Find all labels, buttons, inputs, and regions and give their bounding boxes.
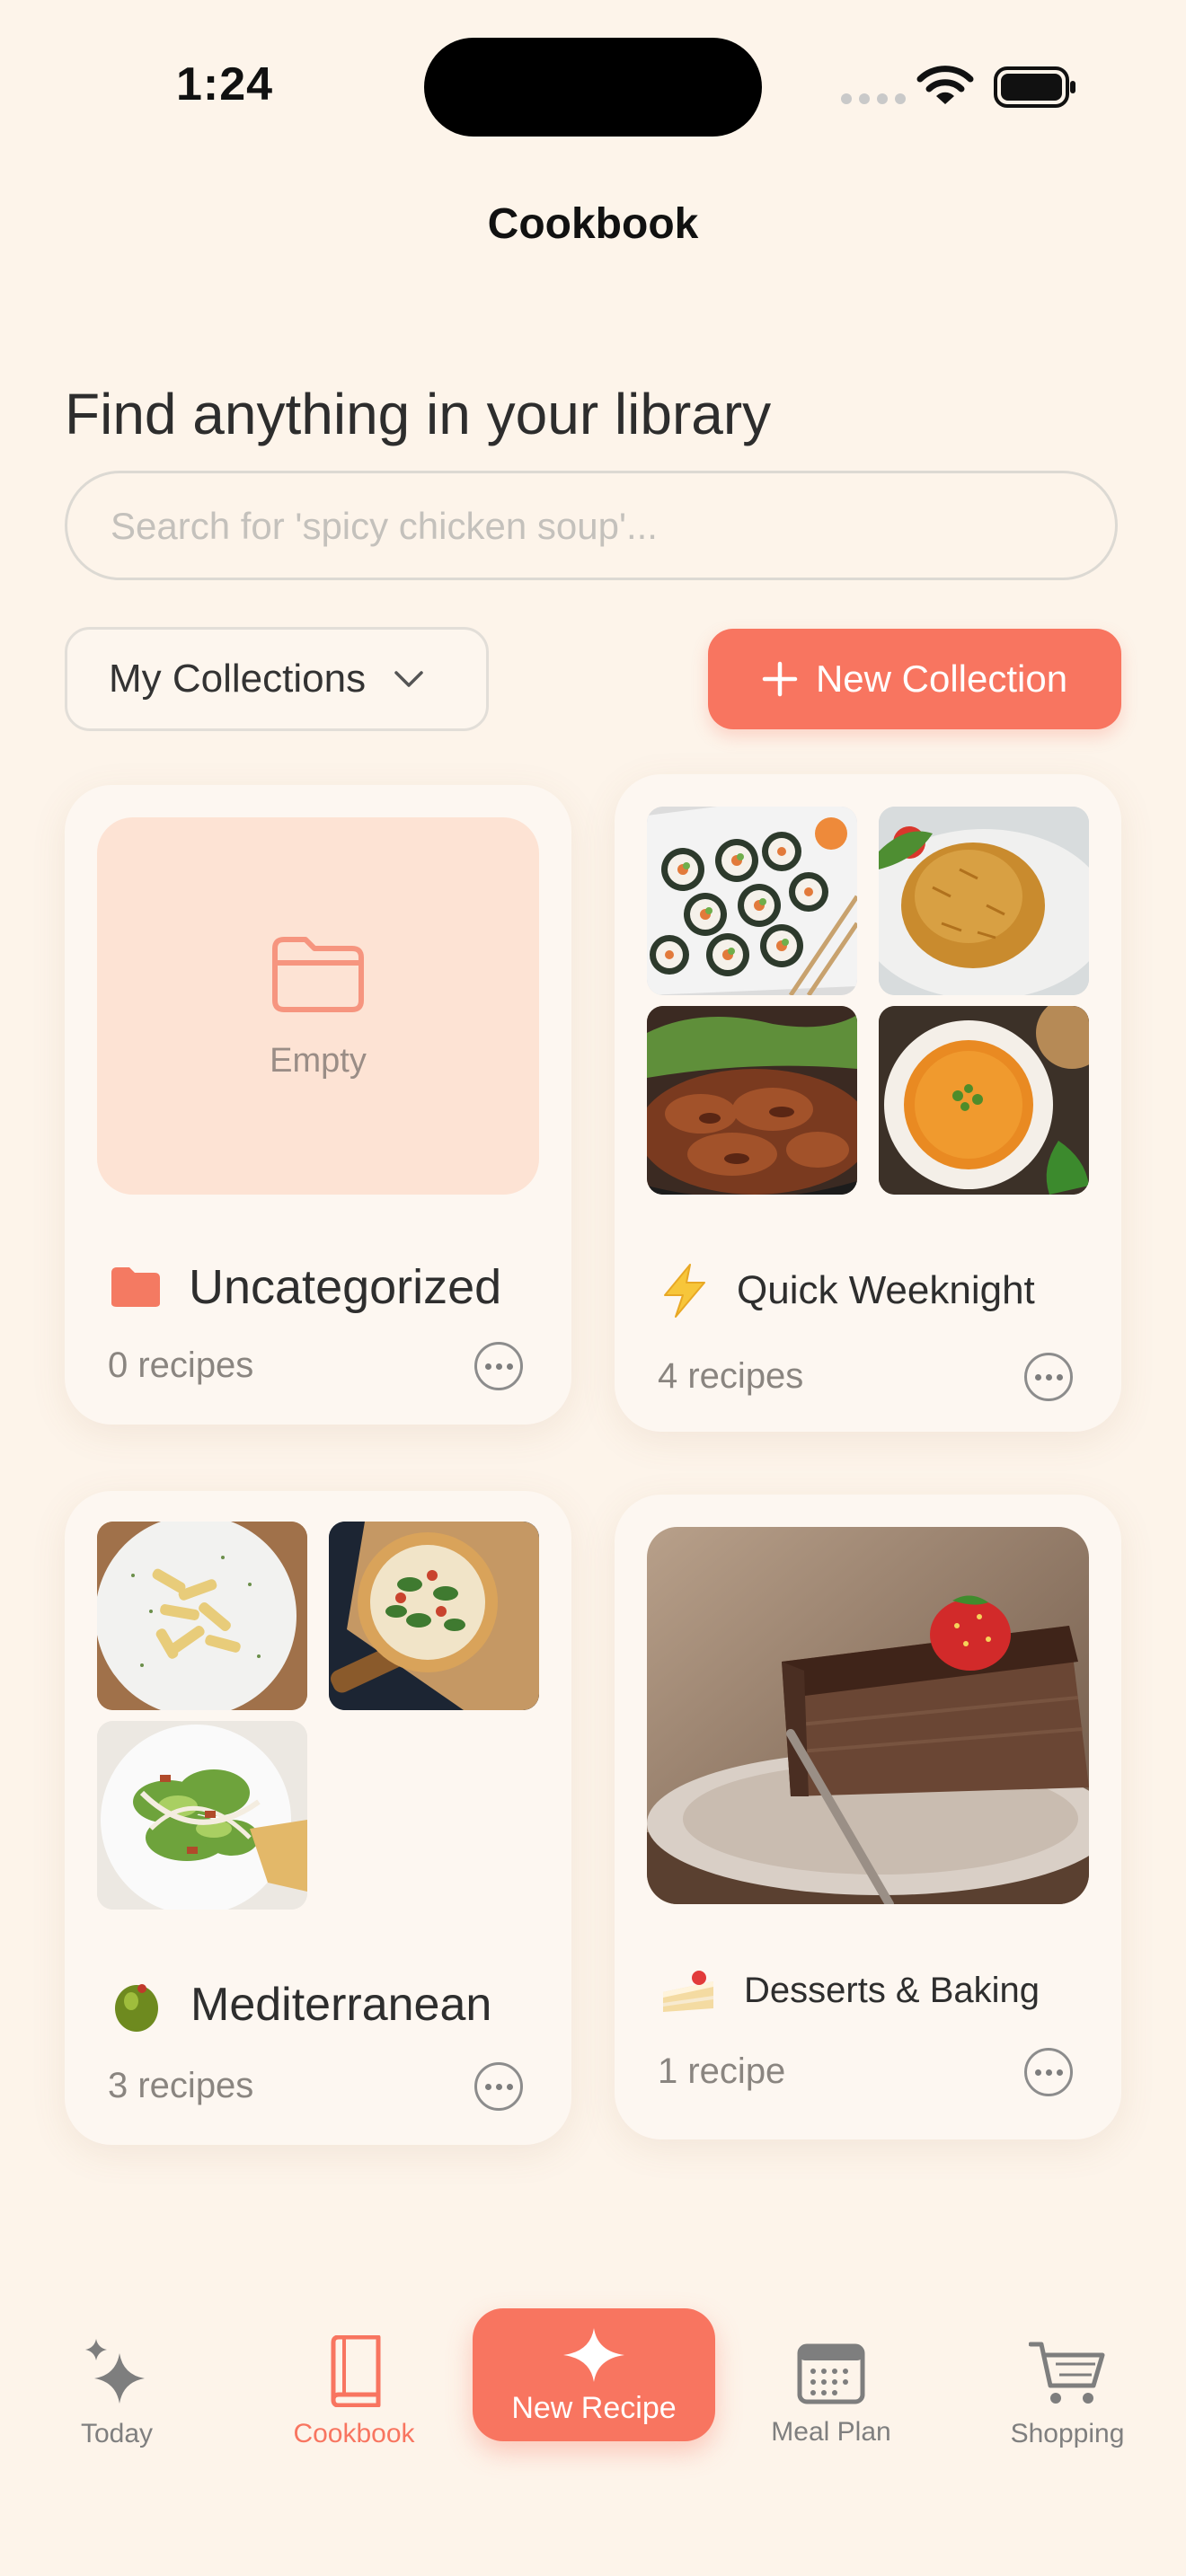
collection-card-quick-weeknight[interactable]: Quick Weeknight 4 recipes (615, 774, 1121, 1432)
collection-name: Uncategorized (189, 1260, 502, 1314)
more-options-button[interactable] (474, 1342, 523, 1390)
recipe-count: 4 recipes (658, 1356, 804, 1396)
dynamic-island (424, 38, 762, 137)
recipe-thumbnail-pasta (97, 1522, 307, 1710)
book-icon (331, 2334, 381, 2408)
collections-dropdown-label: My Collections (109, 657, 367, 701)
recipe-thumbnail-rice (879, 807, 1089, 995)
collection-name: Mediterranean (190, 1979, 492, 2031)
new-recipe-button[interactable]: New Recipe (473, 2308, 715, 2441)
collections-dropdown[interactable]: My Collections (65, 627, 489, 731)
folder-icon (111, 1267, 160, 1307)
empty-label: Empty (270, 1042, 367, 1080)
new-collection-button[interactable]: New Collection (708, 629, 1121, 729)
more-options-button[interactable] (1024, 2048, 1073, 2096)
plus-icon (762, 661, 798, 697)
new-recipe-label: New Recipe (511, 2391, 677, 2425)
recipe-thumbnail-chocolate-cake (647, 1527, 1089, 1904)
tab-meal-plan[interactable]: Meal Plan (755, 2342, 907, 2448)
empty-collection-tile: Empty (97, 817, 539, 1195)
search-field[interactable] (65, 471, 1118, 580)
lightning-icon (664, 1264, 705, 1318)
page-title: Cookbook (487, 200, 699, 248)
calendar-icon (797, 2343, 865, 2404)
sparkles-icon (85, 2339, 145, 2404)
recipe-thumbnail-grilled-chicken (647, 1006, 857, 1195)
wifi-icon (916, 66, 974, 104)
more-options-button[interactable] (1024, 1353, 1073, 1401)
cellular-signal-icon (841, 93, 906, 104)
cake-icon (663, 1971, 713, 2012)
recipe-count: 0 recipes (108, 1345, 254, 1385)
folder-outline-icon (272, 937, 364, 1012)
search-input[interactable] (109, 473, 1065, 579)
olive-icon (115, 1984, 158, 2032)
star-icon (563, 2328, 624, 2382)
collection-name: Quick Weeknight (737, 1268, 1035, 1312)
status-time: 1:24 (176, 58, 274, 110)
recipe-count: 1 recipe (658, 2051, 786, 2091)
collection-card-mediterranean[interactable]: Mediterranean 3 recipes (65, 1491, 571, 2145)
tab-cookbook[interactable]: Cookbook (284, 2334, 424, 2449)
tab-shopping-label: Shopping (1010, 2419, 1125, 2448)
card-title-row: Desserts & Baking (659, 1965, 1040, 2016)
library-heading: Find anything in your library (65, 382, 772, 446)
chevron-down-icon (394, 671, 423, 687)
collection-name: Desserts & Baking (744, 1970, 1040, 2010)
collection-card-desserts-baking[interactable]: Desserts & Baking 1 recipe (615, 1495, 1121, 2139)
recipe-count: 3 recipes (108, 2066, 254, 2105)
tab-today-label: Today (80, 2419, 154, 2448)
tab-meal-plan-label: Meal Plan (771, 2417, 891, 2447)
collection-card-uncategorized[interactable]: Empty Uncategorized 0 recipes (65, 785, 571, 1425)
cart-icon (1028, 2342, 1105, 2404)
tab-today[interactable]: Today (63, 2335, 171, 2449)
card-title-row: Uncategorized (110, 1259, 501, 1315)
tab-shopping[interactable]: Shopping (996, 2339, 1139, 2449)
recipe-thumbnail-tomato-soup (879, 1006, 1089, 1195)
card-title-row: Mediterranean (110, 1976, 491, 2033)
battery-icon (994, 66, 1075, 108)
recipe-thumbnail-pizza (329, 1522, 539, 1710)
more-options-button[interactable] (474, 2062, 523, 2111)
tab-cookbook-label: Cookbook (293, 2419, 415, 2448)
recipe-thumbnail-caesar-salad (97, 1721, 307, 1910)
recipe-thumbnail-sushi (647, 807, 857, 995)
new-collection-label: New Collection (815, 657, 1068, 700)
card-title-row: Quick Weeknight (659, 1263, 1035, 1319)
